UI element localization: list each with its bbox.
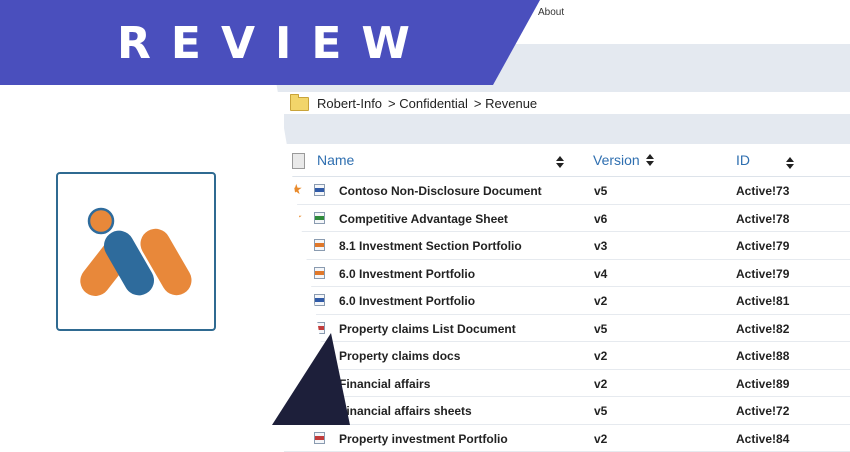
column-header-id[interactable]: ID xyxy=(736,152,750,168)
doc-file-icon xyxy=(314,404,325,416)
column-header-name-label: Name xyxy=(317,152,354,168)
sort-name-icon[interactable] xyxy=(556,156,564,168)
table-row[interactable]: Property investment Portfolio v2 Active!84 xyxy=(284,425,850,452)
star-icon[interactable]: ★ xyxy=(290,182,303,196)
review-title: REVIEW xyxy=(117,18,430,69)
table-row[interactable]: Property claims List Document v5 Active!82 xyxy=(284,315,850,343)
column-header-version-label: Version xyxy=(593,152,640,168)
documents-table: Name Version ID ★ Contoso Non-Disclosure … xyxy=(284,146,850,452)
folder-icon xyxy=(290,97,309,111)
breadcrumb: Robert-Info > Confidential > Revenue xyxy=(284,93,850,114)
document-version: v5 xyxy=(594,404,607,418)
pdf-file-icon xyxy=(314,294,325,306)
document-version: v5 xyxy=(594,184,607,198)
document-version: v2 xyxy=(594,294,607,308)
column-header-version[interactable]: Version xyxy=(593,152,654,168)
table-row[interactable]: Financial affairs sheets v5 Active!72 xyxy=(284,397,850,425)
document-name[interactable]: Property investment Portfolio xyxy=(339,432,508,446)
document-version: v6 xyxy=(594,212,607,226)
table-row[interactable]: 6.0 Investment Portfolio v4 Active!79 xyxy=(284,260,850,288)
document-name[interactable]: Contoso Non-Disclosure Document xyxy=(339,184,542,198)
document-name[interactable]: 6.0 Investment Portfolio xyxy=(339,267,475,281)
about-menu-item[interactable]: About xyxy=(538,7,564,18)
document-id: Active!72 xyxy=(736,404,789,418)
document-name[interactable]: Property claims docs xyxy=(339,349,460,363)
column-header-name[interactable]: Name xyxy=(317,152,354,168)
breadcrumb-segment-root[interactable]: Robert-Info xyxy=(317,96,382,111)
table-row[interactable]: Financial affairs v2 Active!89 xyxy=(284,370,850,398)
company-logo-icon xyxy=(58,174,214,329)
document-version: v4 xyxy=(594,267,607,281)
table-row[interactable]: ★ Competitive Advantage Sheet v6 Active!78 xyxy=(284,205,850,233)
breadcrumb-segment-confidential[interactable]: > Confidential xyxy=(388,96,468,111)
document-type-icon xyxy=(292,153,305,169)
excel-file-icon xyxy=(314,212,325,224)
star-icon[interactable]: ★ xyxy=(290,210,303,224)
document-name[interactable]: Competitive Advantage Sheet xyxy=(339,212,508,226)
document-id: Active!81 xyxy=(736,294,789,308)
doc-file-icon xyxy=(314,377,325,389)
doc-file-icon xyxy=(314,322,325,334)
table-row[interactable]: 6.0 Investment Portfolio v2 Active!81 xyxy=(284,287,850,315)
logo-card xyxy=(56,172,216,331)
document-version: v5 xyxy=(594,322,607,336)
document-version: v3 xyxy=(594,239,607,253)
document-version: v2 xyxy=(594,349,607,363)
table-body: ★ Contoso Non-Disclosure Document v5 Active… xyxy=(284,177,850,452)
ppt-file-icon xyxy=(314,267,325,279)
pdf-file-icon xyxy=(314,184,325,196)
table-row[interactable]: ★ Contoso Non-Disclosure Document v5 Active… xyxy=(284,177,850,205)
document-id: Active!73 xyxy=(736,184,789,198)
table-row[interactable]: Property claims docs v2 Active!88 xyxy=(284,342,850,370)
document-version: v2 xyxy=(594,377,607,391)
document-name[interactable]: 8.1 Investment Section Portfolio xyxy=(339,239,522,253)
breadcrumb-segment-revenue[interactable]: > Revenue xyxy=(474,96,537,111)
doc-file-icon xyxy=(314,349,325,361)
document-id: Active!82 xyxy=(736,322,789,336)
table-header: Name Version ID xyxy=(284,146,850,177)
document-id: Active!88 xyxy=(736,349,789,363)
document-id: Active!78 xyxy=(736,212,789,226)
document-id: Active!79 xyxy=(736,239,789,253)
doc-file-icon xyxy=(314,432,325,444)
document-id: Active!84 xyxy=(736,432,789,446)
document-id: Active!79 xyxy=(736,267,789,281)
document-name[interactable]: Property claims List Document xyxy=(339,322,516,336)
sort-id-icon[interactable] xyxy=(786,157,794,169)
column-header-id-label: ID xyxy=(736,152,750,168)
document-id: Active!89 xyxy=(736,377,789,391)
document-name[interactable]: Financial affairs xyxy=(339,377,430,391)
document-name[interactable]: 6.0 Investment Portfolio xyxy=(339,294,475,308)
ppt-file-icon xyxy=(314,239,325,251)
toolbar-band xyxy=(284,114,850,144)
document-name[interactable]: Financial affairs sheets xyxy=(339,404,472,418)
table-row[interactable]: 8.1 Investment Section Portfolio v3 Active… xyxy=(284,232,850,260)
sort-version-icon[interactable] xyxy=(646,154,654,166)
document-version: v2 xyxy=(594,432,607,446)
